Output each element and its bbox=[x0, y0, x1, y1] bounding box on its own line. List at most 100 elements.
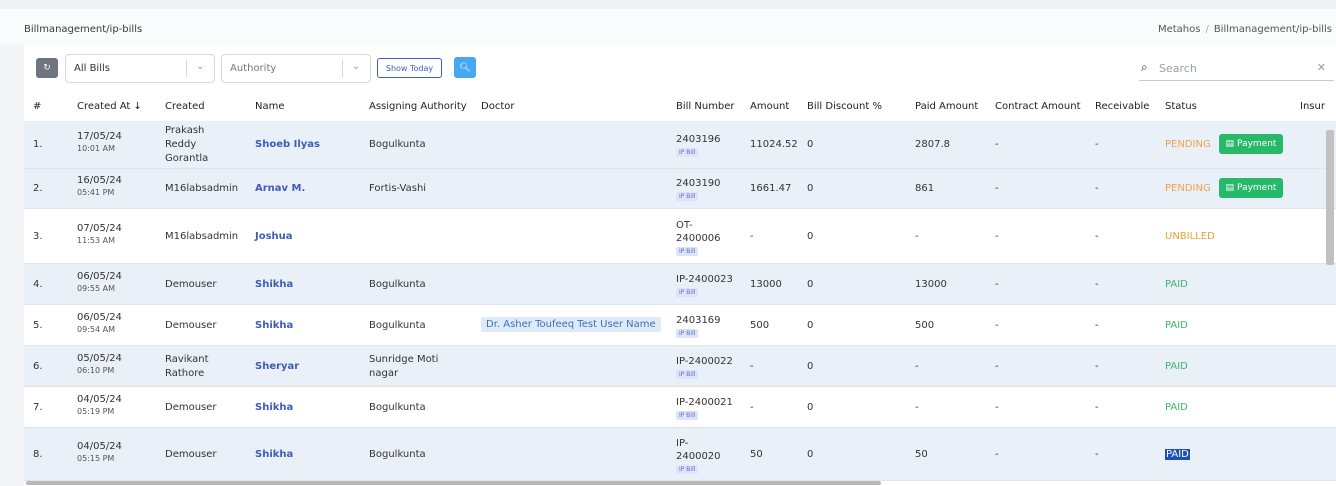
contract-amount-cell: - bbox=[995, 361, 999, 372]
paid-amount-cell: 13000 bbox=[915, 279, 947, 290]
bills-filter-select[interactable]: All Bills ⌄ bbox=[65, 54, 215, 83]
amount-cell: - bbox=[750, 402, 754, 413]
table-row[interactable]: 6. 05/05/24 06:10 PM Ravikant Rathore Sheryar… bbox=[24, 346, 1336, 387]
col-insurance: Insur bbox=[1300, 101, 1325, 112]
authority-placeholder: Authority bbox=[230, 63, 277, 74]
status-badge: PAID bbox=[1165, 402, 1188, 413]
amount-cell: 1661.47 bbox=[750, 183, 792, 194]
created-by-cell: M16labsadmin bbox=[165, 231, 239, 242]
created-at-cell: 16/05/24 05:41 PM bbox=[77, 175, 122, 197]
search-button[interactable]: 🔍︎ bbox=[454, 57, 476, 78]
status-badge: PAID bbox=[1165, 320, 1188, 331]
created-at-cell: 04/05/24 05:19 PM bbox=[77, 394, 122, 416]
created-by-cell: Ravikant Rathore bbox=[165, 354, 209, 379]
table-row[interactable]: 4. 06/05/24 09:55 AM Demouser Shikha Bogulkun… bbox=[24, 264, 1336, 305]
authority-cell: Bogulkunta bbox=[369, 402, 426, 413]
vertical-scrollbar[interactable] bbox=[1326, 130, 1334, 265]
authority-cell: Sunridge Moti nagar bbox=[369, 354, 439, 379]
created-at-cell: 17/05/24 10:01 AM bbox=[77, 131, 122, 153]
ip-bill-badge: IP Bill bbox=[676, 329, 699, 338]
receivable-cell: - bbox=[1095, 449, 1099, 460]
bill-number-cell: OT- 2400006 IP Bill bbox=[676, 220, 721, 256]
ip-bill-badge: IP Bill bbox=[676, 288, 699, 297]
contract-amount-cell: - bbox=[995, 449, 999, 460]
breadcrumb-home[interactable]: Metahos bbox=[1158, 24, 1201, 35]
page-header bbox=[0, 9, 1336, 45]
row-number: 8. bbox=[33, 449, 43, 460]
breadcrumb: Metahos / Billmanagement/ip-bills bbox=[1157, 24, 1332, 35]
col-authority: Assigning Authority bbox=[369, 101, 467, 112]
table-row[interactable]: 2. 16/05/24 05:41 PM M16labsadmin Arnav M. Fo… bbox=[24, 169, 1336, 209]
created-by-cell: Prakash Reddy Gorantla bbox=[165, 125, 209, 164]
refresh-button[interactable]: ↻ bbox=[36, 58, 58, 78]
ip-bill-badge: IP Bill bbox=[676, 148, 699, 157]
discount-cell: 0 bbox=[807, 402, 814, 413]
patient-name-link[interactable]: Shoeb Ilyas bbox=[255, 139, 320, 150]
ip-bill-badge: IP Bill bbox=[676, 192, 699, 201]
discount-cell: 0 bbox=[807, 139, 814, 150]
contract-amount-cell: - bbox=[995, 402, 999, 413]
clear-icon[interactable]: ✕ bbox=[1317, 61, 1326, 74]
patient-name-link[interactable]: Shikha bbox=[255, 402, 293, 413]
amount-cell: - bbox=[750, 361, 754, 372]
patient-name-link[interactable]: Shikha bbox=[255, 279, 293, 290]
created-at-cell: 04/05/24 05:15 PM bbox=[77, 441, 122, 463]
bills-card: ↻ All Bills ⌄ Authority ⌄ Show Today 🔍︎ … bbox=[24, 45, 1336, 486]
receivable-cell: - bbox=[1095, 361, 1099, 372]
created-by-cell: M16labsadmin bbox=[165, 183, 239, 194]
row-number: 2. bbox=[33, 183, 43, 194]
card-icon: ▤ bbox=[1225, 139, 1235, 149]
contract-amount-cell: - bbox=[995, 139, 999, 150]
col-created: Created bbox=[165, 101, 205, 112]
bill-number-cell: 2403190 IP Bill bbox=[676, 178, 721, 201]
show-today-button[interactable]: Show Today bbox=[377, 58, 442, 78]
status-badge: UNBILLED bbox=[1165, 231, 1215, 242]
authority-select[interactable]: Authority ⌄ bbox=[221, 54, 371, 83]
ip-bill-badge: IP Bill bbox=[676, 370, 699, 379]
status-badge: PENDING bbox=[1165, 139, 1211, 150]
search-input[interactable]: ⌕ Search ✕ bbox=[1139, 57, 1334, 81]
top-strip bbox=[0, 0, 1336, 9]
patient-name-link[interactable]: Joshua bbox=[255, 231, 293, 242]
horizontal-scrollbar[interactable] bbox=[26, 481, 881, 485]
bill-number-cell: IP-2400022 IP Bill bbox=[676, 356, 733, 379]
col-bill-number: Bill Number bbox=[676, 101, 735, 112]
search-placeholder: Search bbox=[1159, 62, 1197, 75]
table-row[interactable]: 1. 17/05/24 10:01 AM Prakash Reddy Gorantla Sh… bbox=[24, 121, 1336, 169]
patient-name-link[interactable]: Shikha bbox=[255, 320, 293, 331]
amount-cell: 13000 bbox=[750, 279, 782, 290]
col-created-at[interactable]: Created At ↓ bbox=[77, 101, 142, 112]
ip-bill-badge: IP Bill bbox=[676, 411, 699, 420]
col-receivable: Receivable bbox=[1095, 101, 1150, 112]
paid-amount-cell: - bbox=[915, 231, 919, 242]
paid-amount-cell: - bbox=[915, 361, 919, 372]
col-discount: Bill Discount % bbox=[807, 101, 882, 112]
patient-name-link[interactable]: Sheryar bbox=[255, 361, 299, 372]
amount-cell: - bbox=[750, 231, 754, 242]
payment-button[interactable]: ▤ Payment bbox=[1219, 134, 1283, 154]
payment-button[interactable]: ▤ Payment bbox=[1219, 178, 1283, 198]
row-number: 4. bbox=[33, 279, 43, 290]
breadcrumb-current: Billmanagement/ip-bills bbox=[1213, 24, 1332, 35]
row-number: 1. bbox=[33, 139, 43, 150]
created-by-cell: Demouser bbox=[165, 320, 217, 331]
table-row[interactable]: 8. 04/05/24 05:15 PM Demouser Shikha Bogulkun… bbox=[24, 428, 1336, 481]
patient-name-link[interactable]: Arnav M. bbox=[255, 183, 305, 194]
search-icon: ⌕ bbox=[1141, 60, 1148, 74]
table-row[interactable]: 3. 07/05/24 11:53 AM M16labsadmin Joshua OT- 2… bbox=[24, 209, 1336, 264]
amount-cell: 50 bbox=[750, 449, 763, 460]
discount-cell: 0 bbox=[807, 361, 814, 372]
table-row[interactable]: 5. 06/05/24 09:54 AM Demouser Shikha Bogulkun… bbox=[24, 305, 1336, 346]
table-row[interactable]: 7. 04/05/24 05:19 PM Demouser Shikha Bogulkun… bbox=[24, 387, 1336, 428]
row-number: 7. bbox=[33, 402, 43, 413]
receivable-cell: - bbox=[1095, 402, 1099, 413]
refresh-icon: ↻ bbox=[43, 63, 51, 73]
authority-cell: Fortis-Vashi bbox=[369, 183, 427, 194]
discount-cell: 0 bbox=[807, 449, 814, 460]
discount-cell: 0 bbox=[807, 183, 814, 194]
paid-amount-cell: 500 bbox=[915, 320, 935, 331]
chevron-down-icon: ⌄ bbox=[352, 61, 361, 72]
ip-bill-badge: IP Bill bbox=[676, 247, 699, 256]
card-icon: ▤ bbox=[1225, 183, 1235, 193]
patient-name-link[interactable]: Shikha bbox=[255, 449, 293, 460]
